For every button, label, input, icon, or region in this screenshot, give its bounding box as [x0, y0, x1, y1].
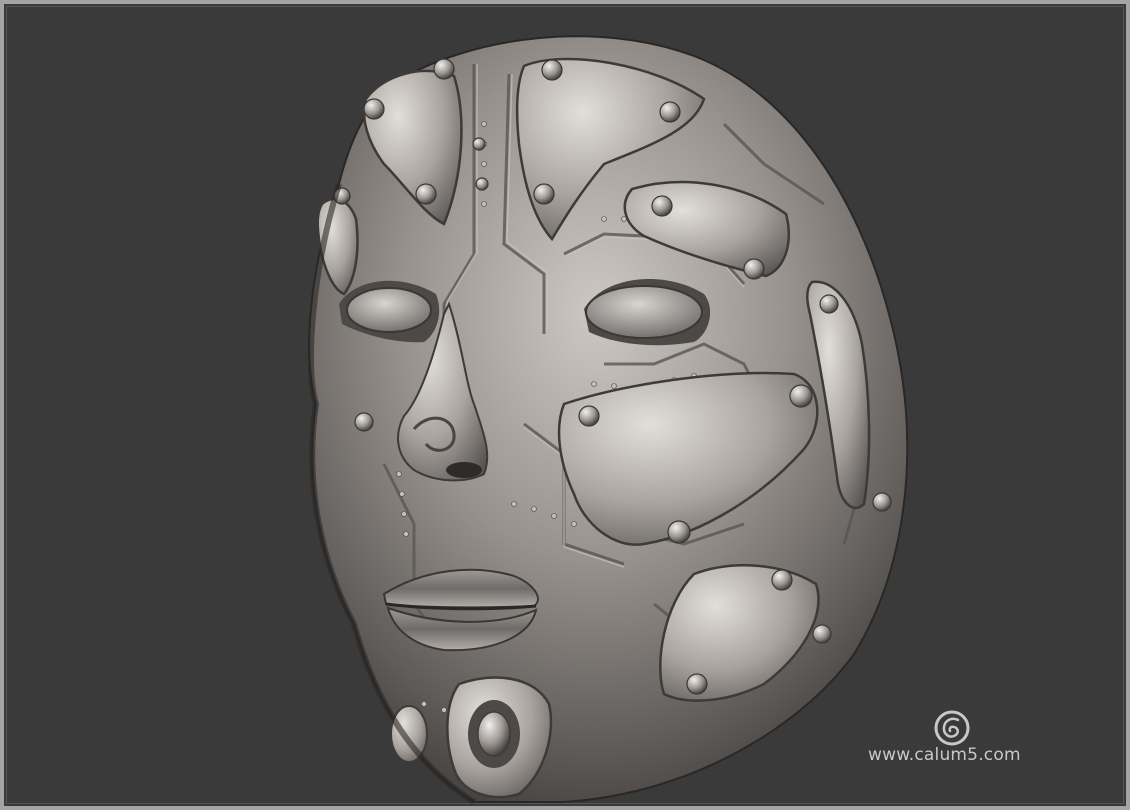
eyeball-left — [346, 287, 432, 333]
nostril — [446, 462, 482, 478]
face-mask-render — [307, 35, 909, 805]
chin-socket-core — [477, 711, 511, 757]
calum5-spiral-logo-icon — [934, 710, 970, 746]
website-url[interactable]: www.calum5.com — [868, 745, 1068, 765]
eyeball-right — [585, 285, 703, 339]
image-frame: www.calum5.com — [0, 0, 1130, 810]
